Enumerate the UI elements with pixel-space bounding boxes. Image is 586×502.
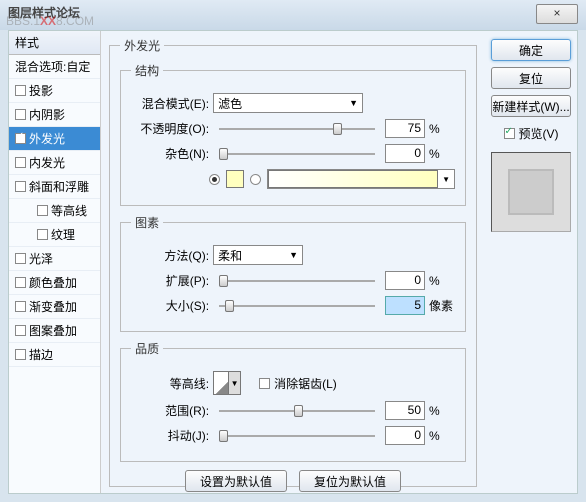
opacity-input[interactable]: 75 <box>385 119 425 138</box>
size-label: 大小(S): <box>131 297 209 314</box>
checkbox-icon[interactable] <box>15 277 26 288</box>
style-row-pattern-overlay[interactable]: 图案叠加 <box>9 319 100 343</box>
checkbox-icon[interactable] <box>37 205 48 216</box>
jitter-slider[interactable] <box>219 428 375 444</box>
contour-label: 等高线: <box>131 375 209 392</box>
checkbox-icon[interactable] <box>15 349 26 360</box>
set-default-button[interactable]: 设置为默认值 <box>185 470 287 492</box>
size-slider[interactable] <box>219 298 375 314</box>
elements-legend: 图素 <box>131 214 163 231</box>
preview-label: 预览(V) <box>519 125 559 142</box>
chevron-down-icon: ▼ <box>289 250 298 260</box>
dialog-body: 样式 混合选项:自定 投影 内阴影 外发光 内发光 斜面和浮雕 等高线 纹理 光… <box>8 30 578 494</box>
checkbox-icon[interactable] <box>15 253 26 264</box>
checkbox-icon[interactable] <box>15 157 26 168</box>
color-radio[interactable] <box>209 174 220 185</box>
style-row-gradient-overlay[interactable]: 渐变叠加 <box>9 295 100 319</box>
blend-mode-label: 混合模式(E): <box>131 95 209 112</box>
blend-options-row[interactable]: 混合选项:自定 <box>9 55 100 79</box>
range-slider[interactable] <box>219 403 375 419</box>
noise-slider[interactable] <box>219 146 375 162</box>
outer-glow-group: 外发光 结构 混合模式(E): 滤色▼ 不透明度(O): 75 % 杂色(N):… <box>109 37 477 487</box>
watermark: BBS.1XX8.COM <box>6 14 94 28</box>
style-row-texture[interactable]: 纹理 <box>9 223 100 247</box>
noise-label: 杂色(N): <box>131 145 209 162</box>
jitter-input[interactable]: 0 <box>385 426 425 445</box>
settings-panel: 外发光 结构 混合模式(E): 滤色▼ 不透明度(O): 75 % 杂色(N):… <box>101 31 485 493</box>
styles-list: 样式 混合选项:自定 投影 内阴影 外发光 内发光 斜面和浮雕 等高线 纹理 光… <box>9 31 101 493</box>
blend-mode-combo[interactable]: 滤色▼ <box>213 93 363 113</box>
antialias-label: 消除锯齿(L) <box>274 375 337 392</box>
new-style-button[interactable]: 新建样式(W)... <box>491 95 571 117</box>
range-label: 范围(R): <box>131 402 209 419</box>
quality-group: 品质 等高线: ▼ 消除锯齿(L) 范围(R): 50 % 抖动(J): <box>120 340 466 462</box>
style-row-contour[interactable]: 等高线 <box>9 199 100 223</box>
preview-thumbnail <box>491 152 571 232</box>
noise-input[interactable]: 0 <box>385 144 425 163</box>
antialias-checkbox[interactable] <box>259 378 270 389</box>
checkbox-icon[interactable] <box>15 181 26 192</box>
style-row-outer-glow[interactable]: 外发光 <box>9 127 100 151</box>
jitter-label: 抖动(J): <box>131 427 209 444</box>
spread-slider[interactable] <box>219 273 375 289</box>
style-row-inner-glow[interactable]: 内发光 <box>9 151 100 175</box>
checkbox-icon[interactable] <box>15 301 26 312</box>
opacity-slider[interactable] <box>219 121 375 137</box>
checkbox-icon[interactable] <box>15 325 26 336</box>
contour-picker[interactable]: ▼ <box>213 371 241 395</box>
technique-label: 方法(Q): <box>131 247 209 264</box>
chevron-down-icon: ▼ <box>438 175 454 184</box>
style-row-bevel[interactable]: 斜面和浮雕 <box>9 175 100 199</box>
checkbox-icon[interactable] <box>15 85 26 96</box>
close-icon: × <box>553 6 560 20</box>
technique-combo[interactable]: 柔和▼ <box>213 245 303 265</box>
chevron-down-icon: ▼ <box>228 372 240 394</box>
gradient-picker[interactable]: ▼ <box>267 169 455 189</box>
style-row-color-overlay[interactable]: 颜色叠加 <box>9 271 100 295</box>
checkbox-icon[interactable] <box>15 109 26 120</box>
styles-header: 样式 <box>9 31 100 55</box>
checkbox-icon[interactable] <box>15 133 26 144</box>
structure-legend: 结构 <box>131 62 163 79</box>
ok-button[interactable]: 确定 <box>491 39 571 61</box>
size-input[interactable]: 5 <box>385 296 425 315</box>
cancel-button[interactable]: 复位 <box>491 67 571 89</box>
style-row-inner-shadow[interactable]: 内阴影 <box>9 103 100 127</box>
style-row-satin[interactable]: 光泽 <box>9 247 100 271</box>
spread-input[interactable]: 0 <box>385 271 425 290</box>
close-button[interactable]: × <box>536 4 578 24</box>
opacity-label: 不透明度(O): <box>131 120 209 137</box>
style-row-drop-shadow[interactable]: 投影 <box>9 79 100 103</box>
chevron-down-icon: ▼ <box>349 98 358 108</box>
gradient-radio[interactable] <box>250 174 261 185</box>
spread-label: 扩展(P): <box>131 272 209 289</box>
style-row-stroke[interactable]: 描边 <box>9 343 100 367</box>
range-input[interactable]: 50 <box>385 401 425 420</box>
quality-legend: 品质 <box>131 340 163 357</box>
checkbox-icon[interactable] <box>37 229 48 240</box>
color-swatch[interactable] <box>226 170 244 188</box>
reset-default-button[interactable]: 复位为默认值 <box>299 470 401 492</box>
structure-group: 结构 混合模式(E): 滤色▼ 不透明度(O): 75 % 杂色(N): 0 % <box>120 62 466 206</box>
outer-glow-title: 外发光 <box>120 37 164 54</box>
action-panel: 确定 复位 新建样式(W)... 预览(V) <box>485 31 577 493</box>
elements-group: 图素 方法(Q): 柔和▼ 扩展(P): 0 % 大小(S): 5 像素 <box>120 214 466 332</box>
preview-checkbox[interactable] <box>504 128 515 139</box>
